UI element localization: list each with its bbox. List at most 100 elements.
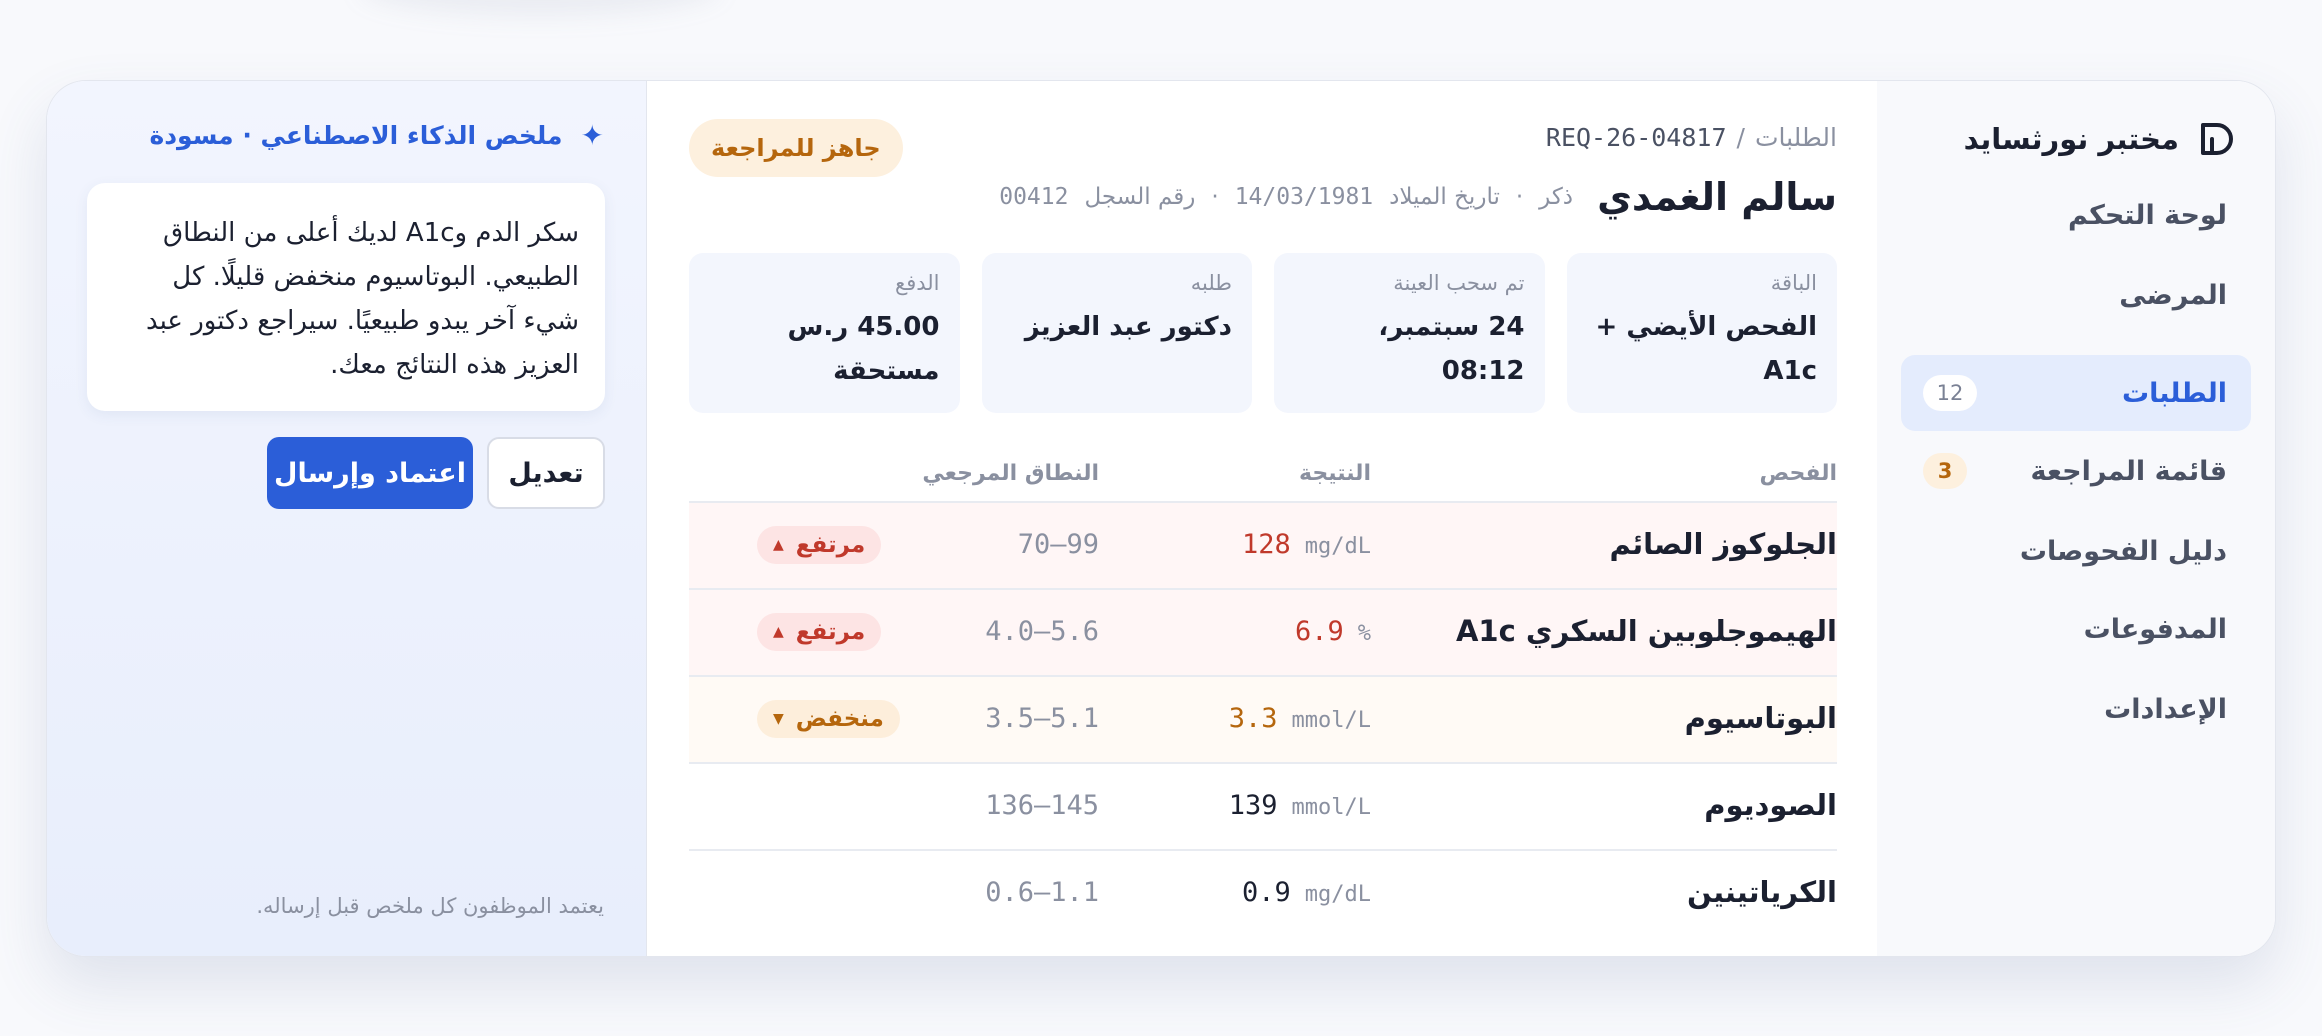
info-card-label: الدفع	[895, 271, 940, 295]
info-card-value: 24 سبتمبر، 08:12	[1378, 312, 1525, 386]
result-cell: 0.9 mg/dL	[1151, 877, 1371, 908]
result-value: 3.3	[1228, 703, 1278, 734]
sidebar-item-dashboard[interactable]: لوحة التحكم	[1901, 177, 2251, 253]
result-cell: 139 mmol/L	[1151, 790, 1371, 821]
order-detail: الطلبات / REQ-26-04817 جاهز للمراجعة سال…	[647, 81, 1877, 956]
result-unit: %	[1357, 621, 1371, 646]
sidebar-item-orders[interactable]: الطلبات 12	[1901, 355, 2251, 431]
sparkle-icon: ✦	[580, 119, 604, 152]
sidebar-item-patients[interactable]: المرضى	[1901, 257, 2251, 333]
test-name: الصوديوم	[1704, 788, 1837, 822]
info-card-label: طلبه	[1190, 271, 1232, 295]
sidebar-item-label: دليل الفحوصات	[2019, 535, 2227, 567]
result-value: 128	[1241, 529, 1291, 560]
flag-label: مرتفع	[795, 532, 866, 558]
result-value: 6.9	[1294, 616, 1344, 647]
info-card-payment: الدفع 45.00 ر.س مستحقة	[689, 253, 960, 413]
reference-range: 70–99	[1017, 529, 1099, 560]
breadcrumb-separator: /	[1736, 123, 1745, 152]
reference-range: 0.6–1.1	[985, 877, 1099, 908]
patient-sex: ذكر	[1539, 184, 1574, 210]
approve-send-button[interactable]: اعتماد وإرسال	[267, 437, 473, 509]
review-count-badge: 3	[1923, 453, 1967, 489]
table-row[interactable]: البوتاسيوم 3.3 mmol/L 3.5–5.1 منخفض ▼	[689, 675, 1837, 762]
result-unit: mg/dL	[1304, 882, 1371, 907]
sidebar-item-review-queue[interactable]: قائمة المراجعة 3	[1901, 433, 2251, 509]
arrow-up-icon: ▲	[773, 537, 784, 553]
order-id: REQ-26-04817	[1545, 123, 1727, 152]
info-card-value: الفحص الأيضي + A1c	[1595, 312, 1817, 386]
ai-title-text: ملخص الذكاء الاصطناعي · مسودة	[149, 121, 563, 150]
table-row[interactable]: الهيموجلوبين السكري A1c 6.9 % 4.0–5.6 مر…	[689, 588, 1837, 675]
table-row[interactable]: الكرياتينين 0.9 mg/dL 0.6–1.1	[689, 849, 1837, 936]
app-window: مختبر نورثسايد لوحة التحكم المرضى الطلبا…	[46, 80, 2276, 957]
reference-range: 4.0–5.6	[985, 616, 1099, 647]
lab-logo-icon	[2201, 123, 2233, 155]
sidebar-item-label: الإعدادات	[2104, 693, 2227, 725]
meta-separator: ·	[1515, 184, 1524, 210]
breadcrumb: الطلبات / REQ-26-04817	[1546, 123, 1837, 152]
arrow-up-icon: ▲	[773, 624, 784, 640]
ai-summary-text[interactable]: سكر الدم وA1c لديك أعلى من النطاق الطبيع…	[87, 183, 605, 411]
test-name: البوتاسيوم	[1684, 701, 1837, 735]
record-label: رقم السجل	[1084, 184, 1196, 210]
brand-name: مختبر نورثسايد	[1963, 122, 2179, 156]
patient-meta: ذكر · تاريخ الميلاد 14/03/1981 · رقم الس…	[999, 184, 1573, 210]
reference-range: 136–145	[985, 790, 1099, 821]
info-card-value: 45.00 ر.س مستحقة	[787, 312, 940, 386]
reference-range: 3.5–5.1	[985, 703, 1099, 734]
sidebar-item-payments[interactable]: المدفوعات	[1901, 591, 2251, 667]
table-row[interactable]: الجلوكوز الصائم 128 mg/dL 70–99 مرتفع ▲	[689, 501, 1837, 588]
test-name: الكرياتينين	[1686, 875, 1837, 909]
info-card-label: تم سحب العينة	[1393, 271, 1525, 295]
result-cell: 3.3 mmol/L	[1151, 703, 1371, 734]
status-badge: جاهز للمراجعة	[689, 119, 903, 177]
result-cell: 6.9 %	[1151, 616, 1371, 647]
order-info-cards: الباقة الفحص الأيضي + A1c تم سحب العينة …	[689, 253, 1837, 413]
meta-separator: ·	[1211, 184, 1219, 210]
flag-high-badge: مرتفع ▲	[757, 526, 882, 564]
sidebar-item-label: لوحة التحكم	[2067, 199, 2227, 231]
result-unit: mg/dL	[1304, 534, 1371, 559]
result-unit: mmol/L	[1291, 708, 1371, 733]
sidebar-item-label: قائمة المراجعة	[2030, 455, 2227, 487]
info-card-value: دكتور عبد العزيز	[1024, 312, 1232, 342]
record-number: 00412	[999, 184, 1069, 210]
column-header-test: الفحص	[1759, 461, 1837, 486]
results-table: الفحص النتيجة النطاق المرجعي الجلوكوز ال…	[689, 461, 1837, 936]
table-row[interactable]: الصوديوم 139 mmol/L 136–145	[689, 762, 1837, 849]
patient-name: سالم الغمدي	[1597, 175, 1837, 219]
sidebar-item-test-catalog[interactable]: دليل الفحوصات	[1901, 513, 2251, 589]
flag-label: منخفض	[795, 706, 884, 732]
dob-label: تاريخ الميلاد	[1389, 184, 1500, 210]
sidebar: مختبر نورثسايد لوحة التحكم المرضى الطلبا…	[1875, 81, 2275, 956]
flag-high-badge: مرتفع ▲	[757, 613, 882, 651]
test-name: الجلوكوز الصائم	[1609, 527, 1837, 561]
info-card-panel: الباقة الفحص الأيضي + A1c	[1566, 253, 1837, 413]
edit-button[interactable]: تعديل	[487, 437, 605, 509]
ai-footer-note: يعتمد الموظفون كل ملخص قبل إرساله.	[256, 894, 604, 918]
column-header-result: النتيجة	[1299, 461, 1371, 486]
table-header: الفحص النتيجة النطاق المرجعي	[689, 461, 1837, 501]
breadcrumb-parent[interactable]: الطلبات	[1755, 123, 1837, 152]
info-card-label: الباقة	[1770, 271, 1817, 295]
patient-header: سالم الغمدي ذكر · تاريخ الميلاد 14/03/19…	[999, 167, 1837, 227]
brand: مختبر نورثسايد	[1964, 117, 2235, 161]
result-cell: 128 mg/dL	[1151, 529, 1371, 560]
test-name: الهيموجلوبين السكري A1c	[1455, 614, 1837, 648]
column-header-range: النطاق المرجعي	[922, 461, 1099, 486]
info-card-ordered-by: طلبه دكتور عبد العزيز	[981, 253, 1252, 413]
flag-label: مرتفع	[795, 619, 866, 645]
result-value: 0.9	[1241, 877, 1291, 908]
sidebar-item-label: الطلبات	[2121, 377, 2227, 409]
flag-low-badge: منخفض ▼	[757, 700, 900, 738]
ai-summary-panel: ✦ ملخص الذكاء الاصطناعي · مسودة سكر الدم…	[47, 81, 647, 956]
result-unit: mmol/L	[1291, 795, 1371, 820]
sidebar-item-settings[interactable]: الإعدادات	[1901, 671, 2251, 747]
ai-summary-title: ✦ ملخص الذكاء الاصطناعي · مسودة	[149, 119, 604, 152]
arrow-down-icon: ▼	[773, 711, 784, 727]
patient-dob: 14/03/1981	[1234, 184, 1374, 210]
background-shadow	[360, 0, 720, 16]
result-value: 139	[1228, 790, 1278, 821]
sidebar-item-label: المدفوعات	[2083, 613, 2227, 645]
